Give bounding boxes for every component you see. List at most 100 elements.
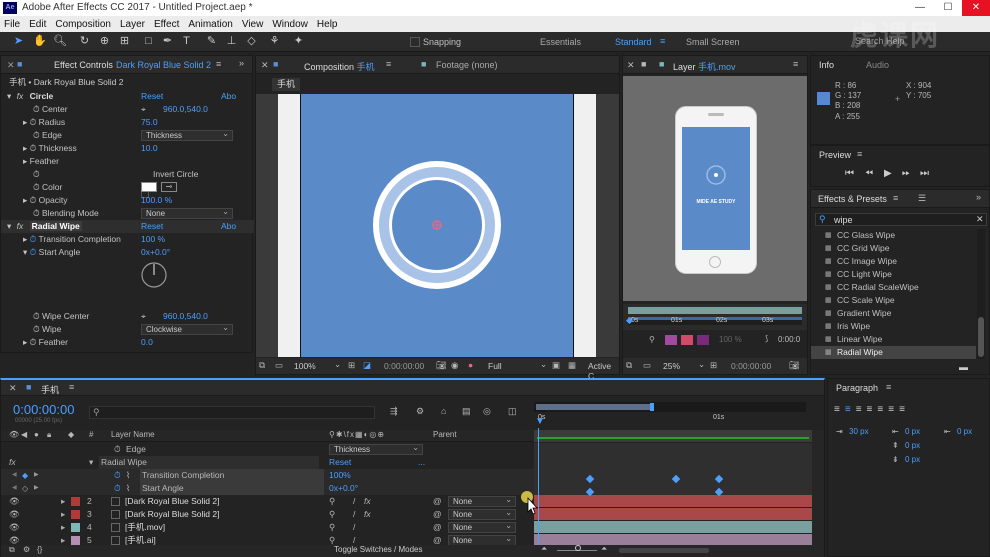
zoom-in-icon[interactable]: ⏶ [601, 544, 607, 554]
parent-dropdown[interactable]: None [448, 495, 516, 507]
panel-menu-icon[interactable]: ≡ [386, 59, 391, 69]
rectangle-tool-icon[interactable]: □ [142, 35, 155, 48]
next-frame-icon[interactable]: ⏩︎ [902, 168, 910, 179]
frame-blending-icon[interactable]: ▤ [462, 406, 471, 417]
layer-row[interactable]: 👁︎ ▸ 4 [手机.mov] ⚲ / @ None [1, 521, 534, 534]
parent-dropdown[interactable]: None [448, 521, 516, 533]
expand-arrow-icon[interactable]: ▸ [61, 521, 65, 534]
lock-icon[interactable]: ■ [641, 59, 646, 69]
justify-all-icon[interactable]: ≡ [899, 404, 910, 415]
effect-item[interactable]: ▦ CC Light Wipe [811, 268, 976, 281]
close-window-button[interactable]: ✕ [962, 0, 990, 16]
preview-tab[interactable]: Preview [819, 150, 851, 160]
prev-frame-icon[interactable]: ⏪︎ [865, 168, 873, 179]
completion-value[interactable]: 100% [329, 469, 351, 482]
shy-switch-icon[interactable]: ⚲ [329, 521, 335, 534]
timeline-tab[interactable]: 手机 [41, 383, 59, 396]
space-after-value[interactable]: 0 px [905, 455, 920, 464]
radial-wipe-row[interactable]: Radial Wipe [99, 456, 319, 469]
space-before-value[interactable]: 0 px [905, 441, 920, 450]
grid-icon[interactable]: ⊞ [348, 360, 355, 371]
menu-layer[interactable]: Layer [120, 19, 145, 30]
pickwhip-icon[interactable]: @ [433, 495, 442, 508]
stopwatch-icon[interactable]: ⏱ [33, 208, 40, 218]
label-color-swatch[interactable] [71, 536, 80, 545]
scrollbar[interactable] [977, 229, 985, 359]
label-icon[interactable]: ◆ [68, 430, 74, 439]
justify-center-icon[interactable]: ≡ [877, 404, 888, 415]
stopwatch-icon[interactable]: ⏱ [33, 311, 40, 321]
effect-item[interactable]: ▦ Linear Wipe [811, 333, 976, 346]
stopwatch-icon[interactable]: ⏱ [30, 143, 37, 153]
parent-dropdown[interactable]: None [448, 508, 516, 520]
scrollbar[interactable] [812, 430, 824, 545]
fx-icon[interactable]: fx [17, 91, 24, 101]
indent-right-value[interactable]: 0 px [957, 427, 972, 436]
stopwatch-icon[interactable]: ⏱ [33, 169, 40, 179]
effect-item[interactable]: ▦ CC Grid Wipe [811, 242, 976, 255]
effect-controls-tab[interactable]: ✕ ■ Effect Controls Dark Royal Blue Soli… [1, 56, 252, 74]
expand-panel-icon[interactable]: » [976, 192, 981, 202]
menu-effect[interactable]: Effect [154, 19, 179, 30]
layer-time-ruler[interactable]: 0s 01s 02s 03s ◆ [623, 304, 807, 330]
layer-switches-icon[interactable]: ⧉ [9, 545, 15, 555]
clone-stamp-tool-icon[interactable]: ⊥ [225, 35, 238, 48]
align-center-icon[interactable]: ≡ [845, 404, 856, 415]
new-folder-icon[interactable]: ▬ [959, 362, 968, 372]
feather-group[interactable]: ▸ Feather [23, 155, 59, 168]
align-right-icon[interactable]: ≡ [856, 404, 867, 415]
expand-arrow-icon[interactable]: ▸ [23, 117, 27, 127]
comp-viewer[interactable] [256, 94, 619, 357]
stopwatch-icon[interactable]: ⏱ [30, 195, 37, 205]
panel-menu-icon[interactable]: ≡ [886, 382, 891, 392]
next-key-icon[interactable]: ▶ [34, 469, 39, 482]
pen-tool-icon[interactable]: ✒ [161, 35, 174, 48]
in-point-icon[interactable]: ⚲ [649, 335, 655, 344]
shy-switch-icon[interactable]: ⚲ [329, 495, 335, 508]
edge-dropdown[interactable]: Thickness [329, 443, 423, 455]
lock-icon[interactable]: ■ [273, 59, 278, 69]
audio-icon[interactable]: ◀ [21, 430, 27, 439]
eraser-tool-icon[interactable]: ◇ [245, 35, 258, 48]
layer-name[interactable]: [手机.mov] [125, 521, 165, 534]
zoom-slider-thumb[interactable] [575, 545, 581, 551]
center-value[interactable]: 960.0,540.0 [163, 103, 208, 116]
stopwatch-icon[interactable]: ⏱ [114, 443, 121, 456]
stopwatch-icon[interactable]: ⏱ [33, 324, 40, 334]
eye-icon[interactable]: 👁︎ [9, 430, 19, 439]
panel-menu-icon[interactable]: ≡ [69, 382, 74, 392]
footage-tab[interactable]: Footage (none) [436, 60, 498, 70]
effect-item[interactable]: ▦ CC Glass Wipe [811, 229, 976, 242]
roto-brush-tool-icon[interactable]: ⚘ [268, 35, 281, 48]
selection-tool-icon[interactable]: ➤ [12, 35, 25, 48]
expand-arrow-icon[interactable]: ▸ [61, 508, 65, 521]
stopwatch-active-icon[interactable]: ⏱ [114, 482, 121, 495]
expand-arrow-icon[interactable]: ▸ [23, 195, 27, 205]
panel-menu-icon[interactable]: ≡ [893, 193, 898, 203]
zoom-tool-icon[interactable]: 🔍︎ [53, 35, 67, 48]
radius-value[interactable]: 75.0 [141, 116, 158, 129]
justify-right-icon[interactable]: ≡ [888, 404, 899, 415]
layer-name[interactable]: [Dark Royal Blue Solid 2] [125, 495, 220, 508]
fx-switch-icon[interactable]: fx [364, 508, 371, 521]
circle-reset-link[interactable]: Reset [141, 90, 163, 103]
layer-duration-bar[interactable] [534, 521, 812, 533]
show-snapshot-icon[interactable]: ◉ [451, 360, 458, 371]
ripple-icon[interactable] [697, 335, 709, 345]
panel-menu-icon[interactable]: ≡ [857, 149, 862, 159]
fx-switch-icon[interactable]: fx [364, 495, 371, 508]
radial-feather-value[interactable]: 0.0 [141, 336, 153, 349]
playhead-icon[interactable]: ▼ [535, 416, 545, 427]
indent-left-value[interactable]: 30 px [849, 427, 869, 436]
color-swatch[interactable] [141, 182, 157, 192]
solo-icon[interactable]: ● [34, 430, 39, 439]
info-tab[interactable]: Info [819, 60, 834, 70]
close-tab-icon[interactable]: ✕ [9, 383, 17, 394]
wipe-direction-dropdown[interactable]: Clockwise [141, 323, 233, 335]
collapse-arrow-icon[interactable]: ▾ [23, 247, 27, 257]
zoom-out-icon[interactable]: ⏶ [541, 544, 547, 554]
clear-search-icon[interactable]: ✕ [976, 214, 984, 225]
label-color-swatch[interactable] [71, 523, 80, 532]
expand-arrow-icon[interactable]: ▸ [23, 143, 27, 153]
menu-file[interactable]: File [4, 19, 20, 30]
